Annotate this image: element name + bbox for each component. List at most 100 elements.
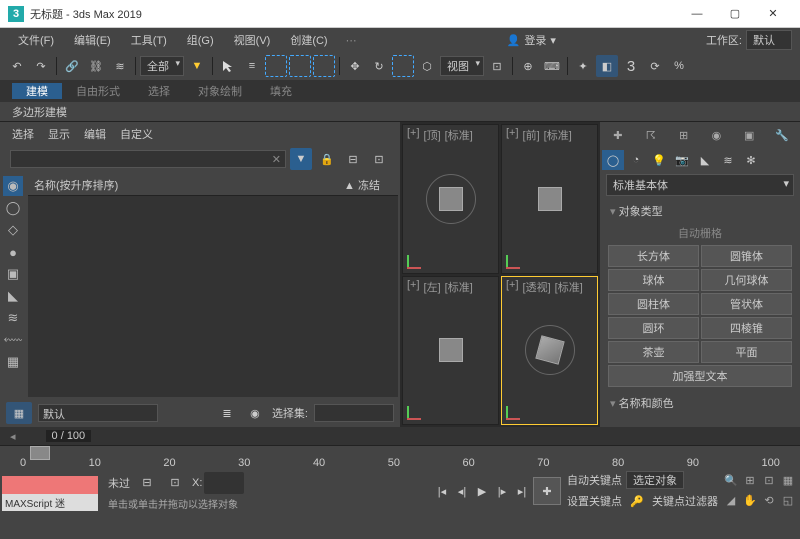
lock-icon[interactable]: 🔒 bbox=[316, 148, 338, 170]
search-input[interactable]: ✕ bbox=[10, 150, 286, 168]
unlink-button[interactable]: ⛓ bbox=[85, 55, 107, 77]
btn-textplus[interactable]: 加强型文本 bbox=[608, 365, 792, 387]
display-helpers-icon[interactable]: ◣ bbox=[3, 286, 23, 306]
select-object-button[interactable] bbox=[217, 55, 239, 77]
maxscript-listener[interactable]: MAXScript 迷 bbox=[2, 494, 98, 511]
next-frame-button[interactable]: |▸ bbox=[493, 482, 511, 500]
link-button[interactable]: 🔗 bbox=[61, 55, 83, 77]
maxscript-color[interactable] bbox=[2, 476, 98, 494]
display-bone-icon[interactable]: ⬳ bbox=[3, 330, 23, 350]
explorer-columns[interactable]: 名称(按升序排序) ▲ 冻结 bbox=[28, 174, 398, 397]
layer-dropdown[interactable]: 默认 bbox=[38, 404, 158, 422]
clear-icon[interactable]: ✕ bbox=[272, 153, 281, 166]
tab-selection[interactable]: 选择 bbox=[134, 83, 184, 99]
tab-utilities-icon[interactable]: 🔧 bbox=[766, 124, 798, 146]
column-name[interactable]: 名称(按升序排序) bbox=[34, 177, 332, 193]
btn-teapot[interactable]: 茶壶 bbox=[608, 341, 699, 363]
tab-motion-icon[interactable]: ◉ bbox=[700, 124, 732, 146]
crossing-select-button[interactable] bbox=[313, 55, 335, 77]
lock-selection-icon[interactable]: ⊟ bbox=[136, 472, 158, 494]
tab-modeling[interactable]: 建模 bbox=[12, 83, 62, 99]
isolate-icon[interactable]: ⊡ bbox=[164, 472, 186, 494]
x-field[interactable] bbox=[204, 472, 244, 494]
btn-tube[interactable]: 管状体 bbox=[701, 293, 792, 315]
ref-coord-dropdown[interactable]: 视图 bbox=[440, 56, 484, 76]
play-button[interactable]: ▶ bbox=[473, 482, 491, 500]
subtab-cameras-icon[interactable]: 📷 bbox=[671, 150, 693, 170]
display-all-icon[interactable]: ◉ bbox=[3, 176, 23, 196]
subtab-lights-icon[interactable]: 💡 bbox=[648, 150, 670, 170]
prev-frame-button[interactable]: ◂| bbox=[453, 482, 471, 500]
tab-create-icon[interactable]: ✚ bbox=[602, 124, 634, 146]
display-groups-icon[interactable]: ▦ bbox=[3, 352, 23, 372]
set-key-button[interactable]: ✚ bbox=[533, 477, 561, 505]
redo-button[interactable]: ↷ bbox=[30, 55, 52, 77]
percent-snap-button[interactable]: 3 bbox=[620, 55, 642, 77]
menu-file[interactable]: 文件(F) bbox=[8, 32, 64, 48]
orbit-icon[interactable]: ⟲ bbox=[760, 492, 778, 510]
column-frozen[interactable]: ▲ 冻结 bbox=[332, 177, 392, 193]
explorer-menu-edit[interactable]: 编辑 bbox=[84, 126, 106, 142]
subtab-helpers-icon[interactable]: ◣ bbox=[694, 150, 716, 170]
btn-pyramid[interactable]: 四棱锥 bbox=[701, 317, 792, 339]
menu-edit[interactable]: 编辑(E) bbox=[64, 32, 121, 48]
percent-button[interactable]: % bbox=[668, 55, 690, 77]
autokey-button[interactable]: 自动关键点 bbox=[567, 472, 622, 488]
menu-tools[interactable]: 工具(T) bbox=[121, 32, 177, 48]
snap-toggle-button[interactable]: ✦ bbox=[572, 55, 594, 77]
filter-selection-button[interactable]: ▼ bbox=[290, 148, 312, 170]
rotate-button[interactable]: ↻ bbox=[368, 55, 390, 77]
tab-modify-icon[interactable]: ☈ bbox=[635, 124, 667, 146]
spinner-snap-button[interactable]: ⟳ bbox=[644, 55, 666, 77]
tab-display-icon[interactable]: ▣ bbox=[733, 124, 765, 146]
goto-end-button[interactable]: ▸| bbox=[513, 482, 531, 500]
btn-sphere[interactable]: 球体 bbox=[608, 269, 699, 291]
key-target-dropdown[interactable]: 选定对象 bbox=[626, 471, 684, 489]
move-button[interactable]: ✥ bbox=[344, 55, 366, 77]
key-icon[interactable]: 🔑 bbox=[626, 490, 648, 512]
place-button[interactable]: ⬡ bbox=[416, 55, 438, 77]
viewport-left[interactable]: [+][左][标准] bbox=[402, 276, 499, 426]
hierarchy-icon[interactable]: ◉ bbox=[244, 402, 266, 424]
btn-torus[interactable]: 圆环 bbox=[608, 317, 699, 339]
display-cameras-icon[interactable]: ▣ bbox=[3, 264, 23, 284]
bind-button[interactable]: ≋ bbox=[109, 55, 131, 77]
subtab-spacewarps-icon[interactable]: ≋ bbox=[717, 150, 739, 170]
viewport-top[interactable]: [+][顶][标准] bbox=[402, 124, 499, 274]
subtab-shapes-icon[interactable]: ◔ bbox=[625, 150, 647, 170]
section-header-objtype[interactable]: 对象类型 bbox=[606, 200, 794, 222]
view-layer-button[interactable]: ⊡ bbox=[368, 148, 390, 170]
goto-start-button[interactable]: |◂ bbox=[433, 482, 451, 500]
menu-view[interactable]: 视图(V) bbox=[224, 32, 281, 48]
zoom-icon[interactable]: 🔍 bbox=[722, 471, 740, 489]
selection-set-dropdown[interactable] bbox=[314, 404, 394, 422]
angle-snap-button[interactable]: ◧ bbox=[596, 55, 618, 77]
zoom-extents-all-icon[interactable]: ▦ bbox=[779, 471, 797, 489]
pan-icon[interactable]: ✋ bbox=[741, 492, 759, 510]
menu-more-icon[interactable]: ⋯ bbox=[346, 34, 357, 47]
maximize-button[interactable]: ▢ bbox=[716, 0, 754, 28]
selection-filter[interactable]: 全部 bbox=[140, 56, 184, 76]
tab-hierarchy-icon[interactable]: ⊞ bbox=[668, 124, 700, 146]
tab-populate[interactable]: 填充 bbox=[256, 83, 306, 99]
section-header-namecolor[interactable]: 名称和颜色 bbox=[606, 392, 794, 414]
btn-box[interactable]: 长方体 bbox=[608, 245, 699, 267]
tab-freeform[interactable]: 自由形式 bbox=[62, 83, 134, 99]
keyfilter-button[interactable]: 关键点过滤器 bbox=[652, 493, 718, 509]
pivot-button[interactable]: ⊡ bbox=[486, 55, 508, 77]
undo-button[interactable]: ↶ bbox=[6, 55, 28, 77]
timeline[interactable]: 0102030405060708090100 bbox=[0, 445, 800, 469]
btn-plane[interactable]: 平面 bbox=[701, 341, 792, 363]
autogrid-checkbox[interactable]: 自动栅格 bbox=[606, 222, 794, 244]
window-select-button[interactable] bbox=[289, 55, 311, 77]
explorer-menu-custom[interactable]: 自定义 bbox=[120, 126, 153, 142]
ribbon-subtab[interactable]: 多边形建模 bbox=[0, 102, 800, 122]
display-lights-icon[interactable]: ● bbox=[3, 242, 23, 262]
minimize-button[interactable]: — bbox=[678, 0, 716, 28]
display-geometry-icon[interactable]: ◯ bbox=[3, 198, 23, 218]
btn-cylinder[interactable]: 圆柱体 bbox=[608, 293, 699, 315]
filter-icon[interactable]: ▼ bbox=[186, 55, 208, 77]
manipulate-button[interactable]: ⊕ bbox=[517, 55, 539, 77]
category-dropdown[interactable]: 标准基本体 bbox=[606, 174, 794, 196]
setkey-button[interactable]: 设置关键点 bbox=[567, 493, 622, 509]
